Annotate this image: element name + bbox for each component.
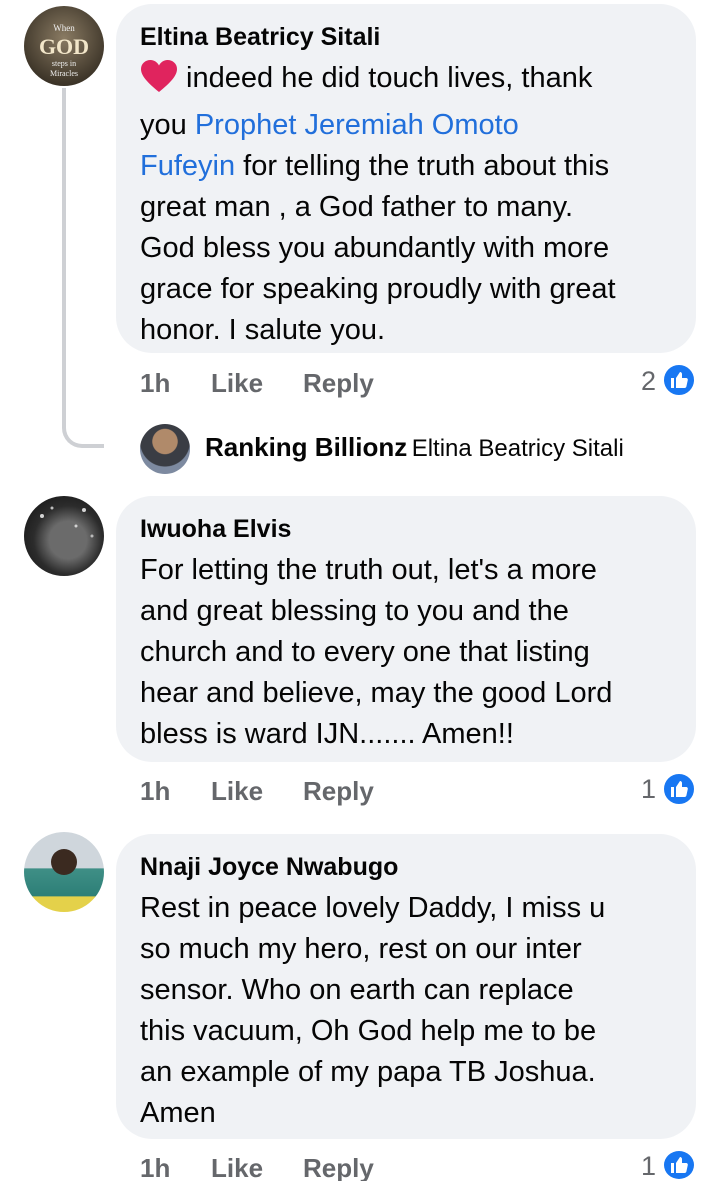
svg-text:Miracles: Miracles [50, 69, 78, 78]
thumbs-up-icon[interactable] [662, 363, 696, 397]
comment-actions: 1h Like Reply [140, 1153, 540, 1181]
avatar-eltina[interactable]: When GOD steps in Miracles [24, 6, 104, 86]
avatar-eltina-image: When GOD steps in Miracles [39, 23, 89, 78]
reply-button[interactable]: Reply [303, 368, 374, 399]
timestamp[interactable]: 1h [140, 1153, 170, 1181]
comment-actions: 1h Like Reply [140, 368, 540, 400]
comment-text: indeed he did touch lives, thank you Pro… [140, 58, 672, 351]
like-button[interactable]: Like [211, 1153, 263, 1181]
reply-author[interactable]: Ranking Billionz [205, 432, 407, 462]
comment-bubble: Eltina Beatricy Sitali indeed he did tou… [116, 4, 696, 353]
comment-line: sensor. Who on earth can replace [140, 974, 574, 1006]
comment-bubble: Nnaji Joyce Nwabugo Rest in peace lovely… [116, 834, 696, 1139]
svg-text:steps in: steps in [52, 59, 76, 68]
comment-text: For letting the truth out, let's a more … [140, 550, 672, 755]
timestamp[interactable]: 1h [140, 368, 170, 399]
comment-line: indeed he did touch lives, thank [140, 58, 672, 105]
comment-line: Fufeyin for telling the truth about this [140, 150, 610, 182]
reaction-count[interactable]: 2 [620, 366, 656, 397]
comment-author[interactable]: Nnaji Joyce Nwabugo [140, 852, 672, 882]
avatar-ranking-billionz[interactable] [140, 424, 190, 474]
reply-target: Eltina Beatricy Sitali [411, 435, 624, 462]
comment-line: For letting the truth out, let's a more [140, 554, 597, 586]
like-button[interactable]: Like [211, 368, 263, 399]
comment-line: hear and believe, may the good Lord [140, 677, 613, 709]
comment-line: and great blessing to you and the [140, 595, 569, 627]
comment-actions: 1h Like Reply [140, 776, 540, 808]
comment-line: Rest in peace lovely Daddy, I miss u [140, 892, 606, 924]
reaction-count[interactable]: 1 [620, 774, 656, 805]
avatar-nnaji-image [51, 849, 77, 875]
comment-author[interactable]: Eltina Beatricy Sitali [140, 22, 672, 52]
avatar-iwuoha[interactable] [24, 496, 104, 576]
comment-line: an example of my papa TB Joshua. [140, 1056, 596, 1088]
avatar-iwuoha-image [40, 506, 94, 538]
comment-line: God bless you abundantly with more [140, 232, 610, 264]
comment-line: grace for speaking proudly with great [140, 273, 616, 305]
mention-link[interactable]: Prophet Jeremiah Omoto [195, 109, 519, 141]
comment-line: this vacuum, Oh God help me to be [140, 1015, 597, 1047]
comment-line: you Prophet Jeremiah Omoto [140, 109, 519, 141]
comment-line: so much my hero, rest on our inter [140, 933, 582, 965]
reply-preview[interactable]: Ranking Billionz Eltina Beatricy Sitali [205, 432, 624, 463]
like-button[interactable]: Like [211, 776, 263, 807]
comment-text: Rest in peace lovely Daddy, I miss u so … [140, 888, 672, 1134]
avatar-nnaji[interactable] [24, 832, 104, 912]
reply-button[interactable]: Reply [303, 776, 374, 807]
timestamp[interactable]: 1h [140, 776, 170, 807]
mention-link[interactable]: Fufeyin [140, 150, 235, 182]
svg-text:When: When [53, 23, 75, 33]
comment-line: Amen [140, 1097, 216, 1129]
heart-emoji-icon [140, 59, 178, 105]
svg-text:GOD: GOD [39, 34, 89, 59]
comment-author[interactable]: Iwuoha Elvis [140, 514, 672, 544]
comment-bubble: Iwuoha Elvis For letting the truth out, … [116, 496, 696, 762]
reaction-count[interactable]: 1 [620, 1151, 656, 1182]
comment-line: honor. I salute you. [140, 314, 386, 346]
comment-line: church and to every one that listing [140, 636, 590, 668]
reply-thread-connector [62, 88, 104, 448]
comment-line: great man , a God father to many. [140, 191, 574, 223]
thumbs-up-icon[interactable] [662, 1149, 696, 1181]
reply-button[interactable]: Reply [303, 1153, 374, 1181]
thumbs-up-icon[interactable] [662, 772, 696, 806]
comment-line: bless is ward IJN....... Amen!! [140, 718, 514, 750]
